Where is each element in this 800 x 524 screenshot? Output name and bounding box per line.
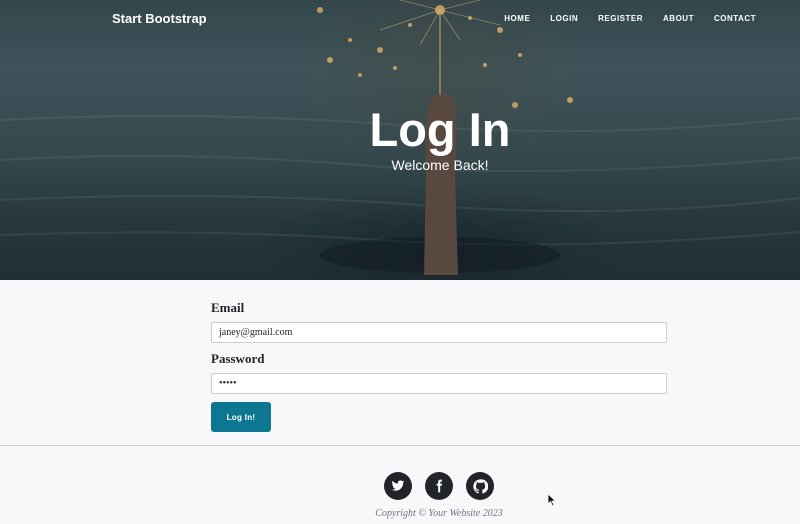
page-subtitle: Welcome Back! xyxy=(391,157,489,173)
social-links xyxy=(384,472,494,500)
twitter-icon xyxy=(391,480,405,491)
nav-link-about[interactable]: ABOUT xyxy=(663,14,694,23)
login-form: Email janey@gmail.com Password ••••• Log… xyxy=(211,300,667,432)
copyright-text: Copyright © Your Website 2023 xyxy=(375,508,503,519)
email-field[interactable]: janey@gmail.com xyxy=(211,322,667,343)
footer-divider xyxy=(0,445,800,446)
nav-link-contact[interactable]: CONTACT xyxy=(714,14,756,23)
main-nav: HOME LOGIN REGISTER ABOUT CONTACT xyxy=(504,14,756,23)
facebook-icon xyxy=(436,479,442,493)
password-field[interactable]: ••••• xyxy=(211,373,667,394)
login-button[interactable]: Log In! xyxy=(211,402,271,432)
email-label: Email xyxy=(211,300,245,315)
facebook-link[interactable] xyxy=(425,472,453,500)
nav-link-home[interactable]: HOME xyxy=(504,14,530,23)
github-icon xyxy=(472,478,488,493)
github-link[interactable] xyxy=(466,472,494,500)
nav-link-register[interactable]: REGISTER xyxy=(598,14,643,23)
nav-link-login[interactable]: LOGIN xyxy=(550,14,578,23)
navbar-brand[interactable]: Start Bootstrap xyxy=(112,11,207,26)
password-label: Password xyxy=(211,351,265,366)
hero-section: Start Bootstrap HOME LOGIN REGISTER ABOU… xyxy=(0,0,800,280)
page-title: Log In xyxy=(369,103,511,156)
twitter-link[interactable] xyxy=(384,472,412,500)
mouse-cursor-icon xyxy=(547,493,557,507)
